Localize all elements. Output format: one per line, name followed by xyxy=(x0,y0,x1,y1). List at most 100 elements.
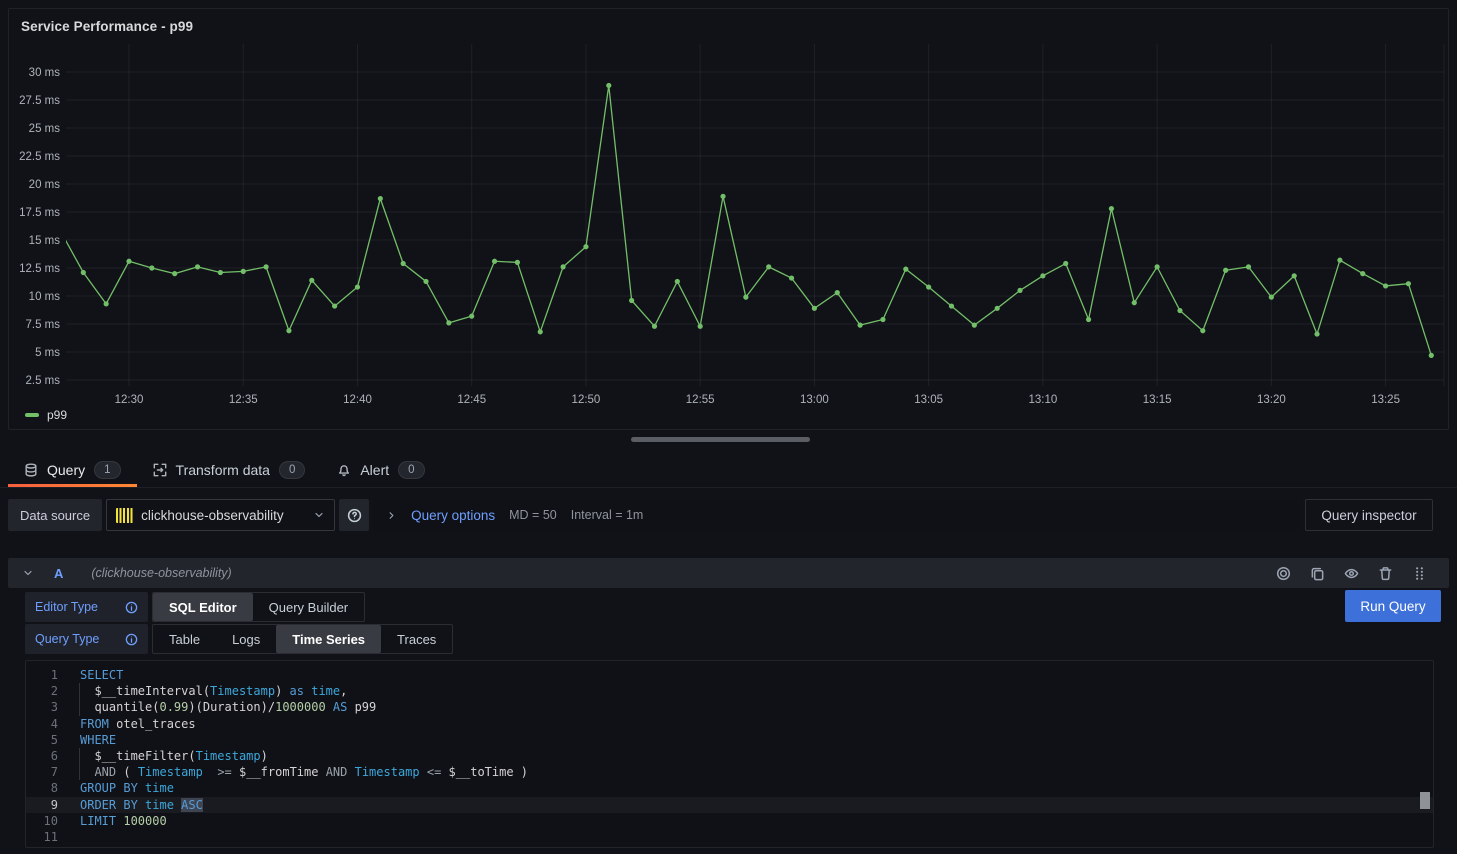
max-data-points-value: MD = 50 xyxy=(509,508,557,522)
editor-type-label: Editor Type xyxy=(25,592,148,622)
svg-text:30 ms: 30 ms xyxy=(29,67,61,79)
transform-icon xyxy=(153,463,167,477)
tab-alert[interactable]: Alert 0 xyxy=(321,452,440,487)
editor-type-label-text: Editor Type xyxy=(35,600,98,614)
tab-transform-data[interactable]: Transform data 0 xyxy=(137,452,322,487)
help-circle-icon xyxy=(347,508,362,523)
tab-label: Alert xyxy=(360,462,389,478)
svg-text:13:00: 13:00 xyxy=(800,394,829,406)
svg-text:12:55: 12:55 xyxy=(686,394,715,406)
svg-text:20 ms: 20 ms xyxy=(29,179,61,191)
svg-text:13:10: 13:10 xyxy=(1028,394,1057,406)
duplicate-query-icon[interactable] xyxy=(1310,566,1325,581)
tab-transform-badge: 0 xyxy=(279,461,305,479)
code-line: 4FROM otel_traces xyxy=(26,716,1433,732)
svg-text:17.5 ms: 17.5 ms xyxy=(19,207,60,219)
run-query-button[interactable]: Run Query xyxy=(1345,590,1441,622)
svg-text:12:30: 12:30 xyxy=(115,394,144,406)
code-line: 1SELECT xyxy=(26,667,1433,683)
svg-text:27.5 ms: 27.5 ms xyxy=(19,95,60,107)
query-row-header[interactable]: A (clickhouse-observability) xyxy=(8,558,1449,588)
sql-code-editor[interactable]: 1SELECT2 $__timeInterval(Timestamp) as t… xyxy=(25,660,1434,848)
svg-text:12:45: 12:45 xyxy=(457,394,486,406)
disable-query-icon[interactable] xyxy=(1276,566,1291,581)
code-line: 7 AND ( Timestamp >= $__fromTime AND Tim… xyxy=(26,764,1433,780)
editor-type-switch: SQL Editor Query Builder xyxy=(152,592,365,622)
code-line: 2 $__timeInterval(Timestamp) as time, xyxy=(26,683,1433,699)
info-circle-icon[interactable] xyxy=(125,633,138,646)
hide-response-eye-icon[interactable] xyxy=(1344,566,1359,581)
code-line: 10LIMIT 100000 xyxy=(26,813,1433,829)
horizontal-scrollbar-thumb[interactable] xyxy=(631,437,810,442)
tab-query[interactable]: Query 1 xyxy=(8,452,137,487)
segment-time-series[interactable]: Time Series xyxy=(276,625,381,653)
collapse-chevron-icon[interactable] xyxy=(22,567,34,579)
datasource-picker[interactable]: clickhouse-observability xyxy=(106,499,335,531)
panel-edit-tabbar: Query 1 Transform data 0 Alert 0 xyxy=(0,452,1457,488)
svg-text:5 ms: 5 ms xyxy=(35,347,60,359)
tab-query-badge: 1 xyxy=(94,461,120,479)
bell-icon xyxy=(337,463,351,477)
svg-text:12:35: 12:35 xyxy=(229,394,258,406)
chevron-right-icon xyxy=(386,510,397,521)
drag-handle-icon[interactable] xyxy=(1412,566,1427,581)
datasource-label: Data source xyxy=(8,499,102,531)
svg-text:25 ms: 25 ms xyxy=(29,123,61,135)
legend-series-label: p99 xyxy=(47,408,67,422)
segment-logs[interactable]: Logs xyxy=(216,625,276,653)
info-circle-icon[interactable] xyxy=(125,601,138,614)
tab-alert-badge: 0 xyxy=(398,461,424,479)
segment-traces[interactable]: Traces xyxy=(381,625,452,653)
query-type-label-text: Query Type xyxy=(35,632,99,646)
query-editor-body: Run Query Editor Type SQL Editor Query B… xyxy=(8,588,1449,848)
query-inspector-button[interactable]: Query inspector xyxy=(1305,499,1433,531)
editor-scrollbar-thumb[interactable] xyxy=(1420,792,1430,809)
remove-query-trash-icon[interactable] xyxy=(1378,566,1393,581)
query-type-switch: Table Logs Time Series Traces xyxy=(152,624,453,654)
query-options-strip[interactable]: Query options MD = 50 Interval = 1m xyxy=(373,499,1299,531)
segment-sql-editor[interactable]: SQL Editor xyxy=(153,593,253,621)
code-line: 3 quantile(0.99)(Duration)/1000000 AS p9… xyxy=(26,699,1433,715)
tab-label: Query xyxy=(47,462,85,478)
svg-text:15 ms: 15 ms xyxy=(29,235,61,247)
datasource-value: clickhouse-observability xyxy=(141,508,284,523)
svg-text:13:15: 13:15 xyxy=(1143,394,1172,406)
clickhouse-logo xyxy=(116,508,133,523)
panel-title[interactable]: Service Performance - p99 xyxy=(21,19,193,34)
sql-code-lines: 1SELECT2 $__timeInterval(Timestamp) as t… xyxy=(26,667,1433,845)
query-editor-card: A (clickhouse-observability) Run Query xyxy=(8,558,1449,848)
query-type-label: Query Type xyxy=(25,624,148,654)
database-icon xyxy=(24,463,38,477)
svg-text:22.5 ms: 22.5 ms xyxy=(19,151,60,163)
code-line: 8GROUP BY time xyxy=(26,780,1433,796)
query-toolbar: Data source clickhouse-observability Que… xyxy=(8,499,1433,531)
query-type-row: Query Type Table Logs Time Series Traces xyxy=(25,624,1449,654)
code-line: 9ORDER BY time ASC xyxy=(26,797,1433,813)
query-row-actions xyxy=(1276,566,1427,581)
grafana-panel-edit-page: Service Performance - p99 30 ms 27.5 ms 25… xyxy=(0,0,1457,854)
svg-text:10 ms: 10 ms xyxy=(29,291,61,303)
svg-text:13:25: 13:25 xyxy=(1371,394,1400,406)
chevron-down-icon xyxy=(313,509,325,521)
svg-text:13:20: 13:20 xyxy=(1257,394,1286,406)
svg-text:2.5 ms: 2.5 ms xyxy=(25,375,60,387)
svg-text:7.5 ms: 7.5 ms xyxy=(25,319,60,331)
timeseries-chart[interactable]: 30 ms 27.5 ms 25 ms 22.5 ms 20 ms 17.5 ms 15 m… xyxy=(9,9,1448,429)
segment-table[interactable]: Table xyxy=(153,625,216,653)
svg-text:12:50: 12:50 xyxy=(572,394,601,406)
query-datasource-note: (clickhouse-observability) xyxy=(91,566,231,580)
segment-query-builder[interactable]: Query Builder xyxy=(253,593,364,621)
tab-label: Transform data xyxy=(176,462,270,478)
legend-color-swatch xyxy=(25,413,39,417)
code-line: 6 $__timeFilter(Timestamp) xyxy=(26,748,1433,764)
svg-text:12.5 ms: 12.5 ms xyxy=(19,263,60,275)
query-options-toggle[interactable]: Query options xyxy=(411,508,495,523)
code-line: 5WHERE xyxy=(26,732,1433,748)
datasource-help-button[interactable] xyxy=(339,499,369,531)
timeseries-panel: Service Performance - p99 30 ms 27.5 ms 25… xyxy=(8,8,1449,430)
svg-text:12:40: 12:40 xyxy=(343,394,372,406)
interval-value: Interval = 1m xyxy=(571,508,644,522)
legend-item-p99[interactable]: p99 xyxy=(25,408,67,422)
editor-type-row: Editor Type SQL Editor Query Builder xyxy=(25,592,1449,622)
query-ref-id: A xyxy=(54,566,63,581)
